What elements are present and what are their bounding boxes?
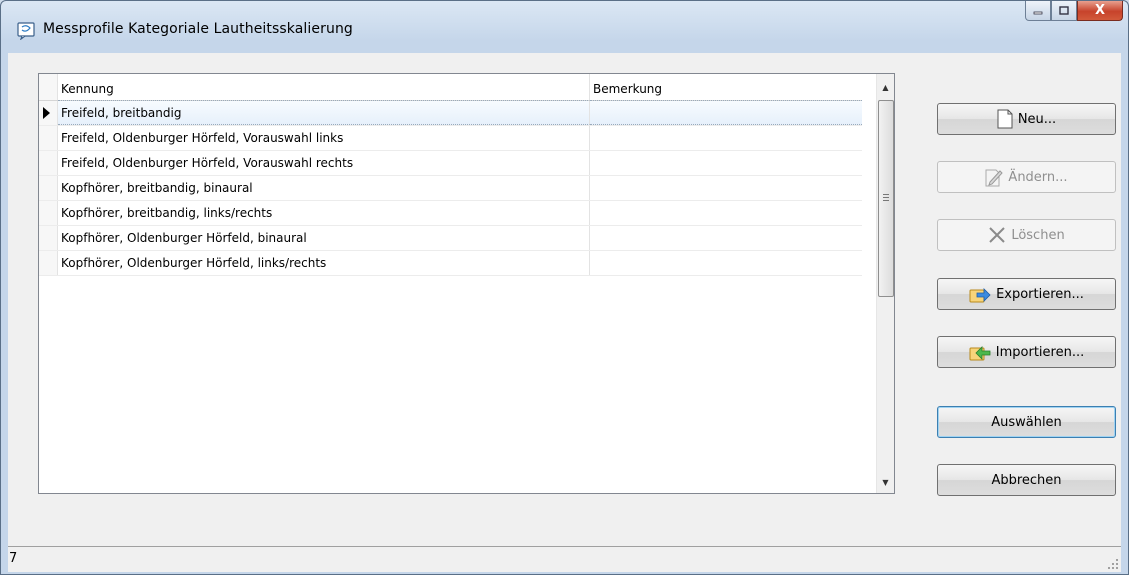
- scroll-thumb[interactable]: [878, 100, 894, 297]
- export-icon: [969, 288, 991, 303]
- title-bar[interactable]: Messprofile Kategoriale Lautheitsskalier…: [1, 1, 1128, 53]
- table-row[interactable]: Kopfhörer, Oldenburger Hörfeld, links/re…: [39, 251, 862, 276]
- resize-grip-icon[interactable]: [1107, 558, 1119, 570]
- export-button-label: Exportieren...: [996, 286, 1084, 302]
- dialog-client-area: Kennung Bemerkung Freifeld, breitbandig …: [8, 53, 1121, 546]
- delete-button[interactable]: Löschen: [937, 219, 1116, 251]
- cell-kennung[interactable]: Freifeld, Oldenburger Hörfeld, Vorauswah…: [58, 151, 590, 175]
- cell-kennung[interactable]: Kopfhörer, breitbandig, binaural: [58, 176, 590, 200]
- cell-bemerkung[interactable]: [590, 251, 862, 275]
- cell-bemerkung[interactable]: [590, 201, 862, 225]
- export-button[interactable]: Exportieren...: [937, 278, 1116, 310]
- import-button-label: Importieren...: [995, 344, 1085, 360]
- cell-bemerkung[interactable]: [590, 126, 862, 150]
- grid-content: Kennung Bemerkung Freifeld, breitbandig …: [39, 74, 862, 493]
- grip-icon: [883, 194, 889, 203]
- new-button[interactable]: Neu...: [937, 103, 1116, 135]
- vertical-scrollbar[interactable]: ▲ ▼: [876, 74, 894, 493]
- chevron-up-icon: ▲: [882, 82, 889, 92]
- row-selector[interactable]: [39, 176, 58, 200]
- dialog-window: Messprofile Kategoriale Lautheitsskalier…: [0, 0, 1129, 575]
- maximize-icon: [1059, 6, 1069, 15]
- cell-kennung[interactable]: Kopfhörer, Oldenburger Hörfeld, links/re…: [58, 251, 590, 275]
- cell-kennung[interactable]: Kopfhörer, Oldenburger Hörfeld, binaural: [58, 226, 590, 250]
- current-row-arrow-icon: [43, 107, 50, 119]
- close-button[interactable]: X: [1077, 1, 1123, 21]
- table-row[interactable]: Freifeld, breitbandig: [39, 100, 862, 126]
- table-row[interactable]: Freifeld, Oldenburger Hörfeld, Vorauswah…: [39, 151, 862, 176]
- cell-bemerkung[interactable]: [590, 151, 862, 175]
- cancel-button[interactable]: Abbrechen: [937, 464, 1116, 496]
- grid-header: Kennung Bemerkung: [39, 74, 862, 101]
- scroll-up-button[interactable]: ▲: [877, 78, 894, 96]
- table-row[interactable]: Kopfhörer, breitbandig, binaural: [39, 176, 862, 201]
- row-selector[interactable]: [39, 126, 58, 150]
- column-header-kennung[interactable]: Kennung: [58, 74, 590, 100]
- import-icon: [969, 346, 991, 361]
- scroll-down-button[interactable]: ▼: [877, 473, 894, 491]
- row-selector[interactable]: [39, 151, 58, 175]
- import-button[interactable]: Importieren...: [937, 336, 1116, 368]
- cell-kennung[interactable]: Freifeld, Oldenburger Hörfeld, Vorauswah…: [58, 126, 590, 150]
- maximize-button[interactable]: [1051, 1, 1077, 21]
- app-icon: [17, 22, 35, 40]
- table-row[interactable]: Freifeld, Oldenburger Hörfeld, Vorauswah…: [39, 126, 862, 151]
- minimize-icon: [1033, 11, 1043, 14]
- cell-kennung[interactable]: Kopfhörer, breitbandig, links/rechts: [58, 201, 590, 225]
- table-row[interactable]: Kopfhörer, Oldenburger Hörfeld, binaural: [39, 226, 862, 251]
- cell-kennung[interactable]: Freifeld, breitbandig: [58, 100, 590, 125]
- minimize-button[interactable]: [1025, 1, 1051, 21]
- profiles-grid[interactable]: Kennung Bemerkung Freifeld, breitbandig …: [38, 73, 895, 494]
- status-bar: 7: [8, 546, 1121, 572]
- row-selector[interactable]: [39, 101, 58, 125]
- close-icon: X: [1094, 3, 1106, 18]
- row-selector[interactable]: [39, 201, 58, 225]
- select-button-label: Auswählen: [991, 414, 1062, 430]
- edit-document-icon: [985, 169, 1004, 187]
- table-row[interactable]: Kopfhörer, breitbandig, links/rechts: [39, 201, 862, 226]
- row-selector[interactable]: [39, 226, 58, 250]
- header-selector-cell: [39, 74, 58, 100]
- chevron-down-icon: ▼: [882, 477, 889, 487]
- record-count: 7: [9, 551, 18, 566]
- delete-button-label: Löschen: [1011, 227, 1065, 243]
- edit-button[interactable]: Ändern...: [937, 161, 1116, 193]
- cell-bemerkung[interactable]: [590, 226, 862, 250]
- column-header-bemerkung[interactable]: Bemerkung: [590, 74, 862, 100]
- cell-bemerkung[interactable]: [590, 100, 862, 125]
- select-button[interactable]: Auswählen: [937, 406, 1116, 438]
- cell-bemerkung[interactable]: [590, 176, 862, 200]
- new-document-icon: [997, 109, 1013, 129]
- edit-button-label: Ändern...: [1008, 169, 1068, 185]
- new-button-label: Neu...: [1017, 111, 1057, 127]
- window-title: Messprofile Kategoriale Lautheitsskalier…: [43, 21, 353, 37]
- delete-x-icon: [989, 227, 1006, 243]
- cancel-button-label: Abbrechen: [991, 472, 1062, 488]
- row-selector[interactable]: [39, 251, 58, 275]
- window-controls: X: [1025, 1, 1123, 23]
